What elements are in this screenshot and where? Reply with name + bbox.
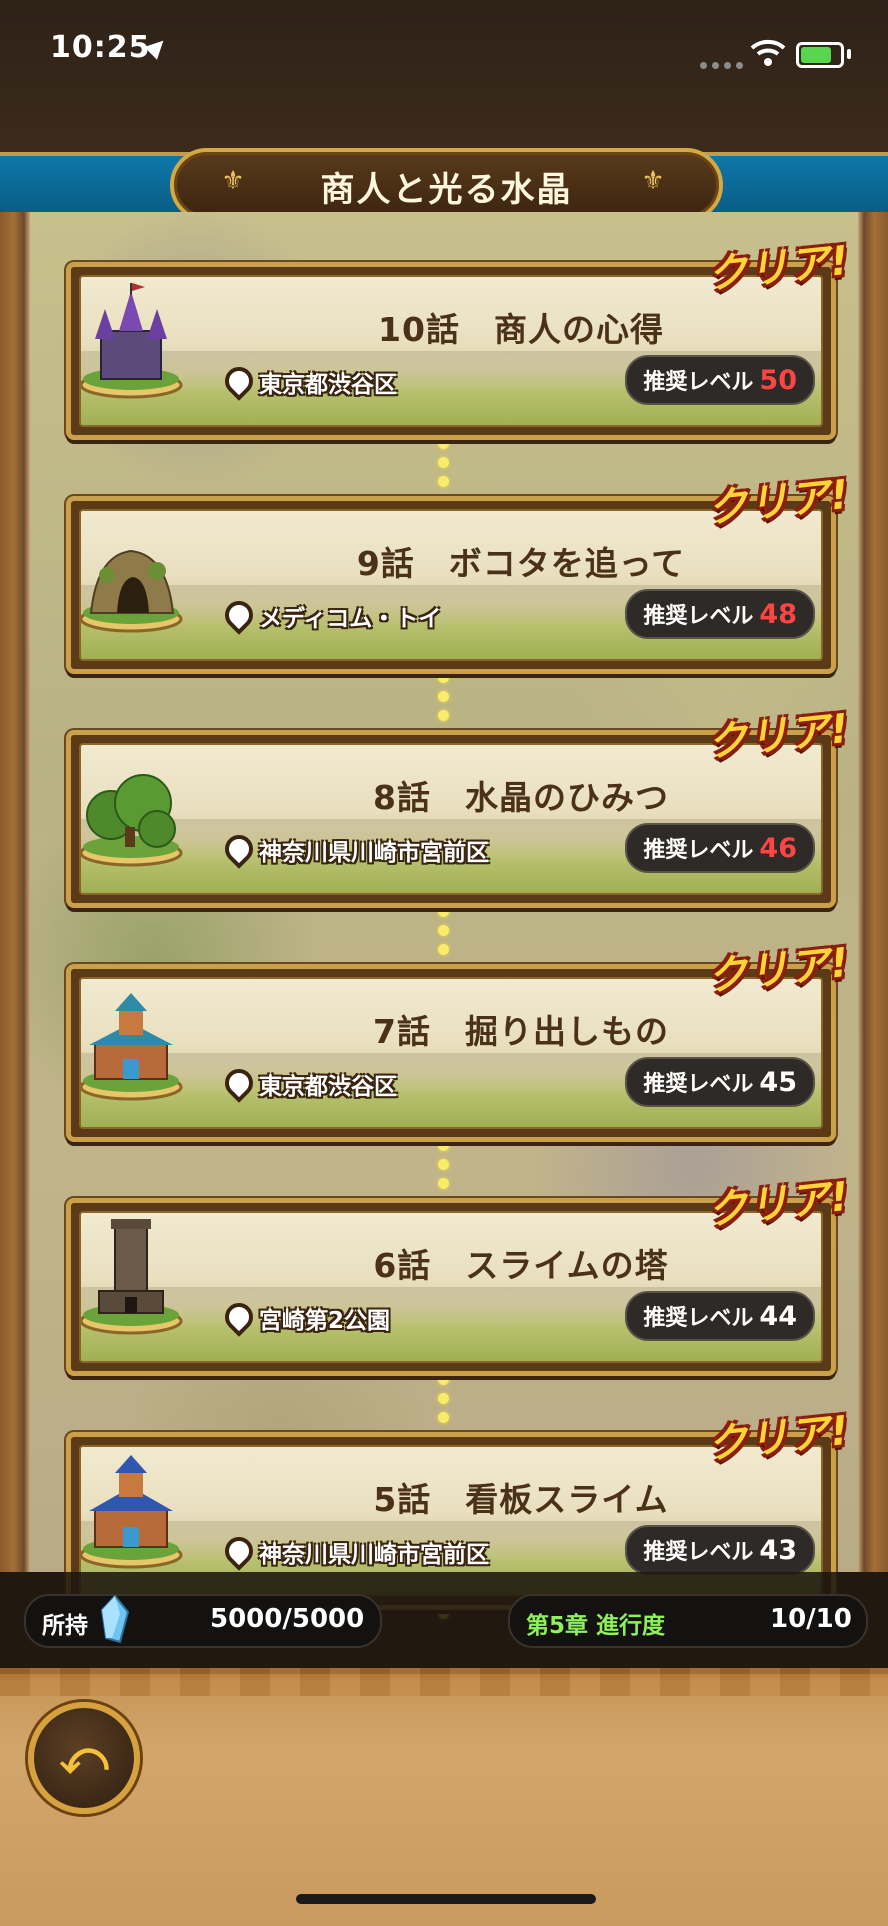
episode-title: 5話 看板スライム xyxy=(373,1480,669,1519)
chapter-progress-label: 第5章 進行度 xyxy=(526,1613,666,1639)
episode-card-6[interactable]: 6話 スライムの塔 宮崎第2公園 推奨レベル 44 クリア! xyxy=(66,1174,851,1376)
recommended-level-badge: 推奨レベル 45 xyxy=(625,1057,815,1107)
castle-icon xyxy=(79,283,183,399)
recommended-level-badge: 推奨レベル 48 xyxy=(625,589,815,639)
shop-icon xyxy=(79,1455,183,1569)
footer-panel xyxy=(0,1668,888,1926)
level-label: 推奨レベル xyxy=(643,838,754,863)
level-label: 推奨レベル xyxy=(643,1306,754,1331)
episode-card-9[interactable]: 9話 ボコタを追って メディコム・トイ 推奨レベル 48 クリア! xyxy=(66,472,851,674)
crystal-icon xyxy=(100,1594,130,1644)
status-bar: 10:25 xyxy=(0,0,888,150)
recommended-level-badge: 推奨レベル 44 xyxy=(625,1291,815,1341)
cave-icon xyxy=(79,549,183,633)
fleur-ornament-icon: ⚜ xyxy=(641,166,665,196)
level-value: 43 xyxy=(759,1534,797,1566)
path-connector xyxy=(438,906,450,963)
mansion-icon xyxy=(79,993,183,1101)
home-indicator[interactable] xyxy=(296,1894,596,1904)
episode-location: 神奈川県川崎市宮前区 xyxy=(259,1542,489,1568)
recommended-level-badge: 推奨レベル 43 xyxy=(625,1525,815,1575)
path-connector xyxy=(438,1374,450,1431)
episode-location: 宮崎第2公園 xyxy=(259,1308,391,1334)
recommended-level-badge: 推奨レベル 46 xyxy=(625,823,815,873)
battery-icon xyxy=(796,42,844,68)
episode-title: 8話 水晶のひみつ xyxy=(373,778,669,817)
level-label: 推奨レベル xyxy=(643,604,754,629)
episode-location: 神奈川県川崎市宮前区 xyxy=(259,840,489,866)
episode-location: メディコム・トイ xyxy=(259,606,442,632)
path-connector xyxy=(438,1140,450,1197)
level-value: 50 xyxy=(759,364,797,396)
back-button[interactable]: ⤺ xyxy=(28,1702,140,1814)
forest-icon xyxy=(79,774,183,867)
chapter-progress-value: 10/10 xyxy=(770,1604,852,1634)
level-label: 推奨レベル xyxy=(643,1540,754,1565)
path-connector xyxy=(438,438,450,495)
tower-icon xyxy=(79,1219,183,1335)
episode-location: 東京都渋谷区 xyxy=(259,1074,397,1100)
recommended-level-badge: 推奨レベル 50 xyxy=(625,355,815,405)
level-value: 46 xyxy=(759,832,797,864)
battery-cap xyxy=(847,49,851,59)
level-label: 推奨レベル xyxy=(643,370,754,395)
level-value: 45 xyxy=(759,1066,797,1098)
signal-icon xyxy=(700,54,748,73)
episode-card-10[interactable]: 10話 商人の心得 東京都渋谷区 推奨レベル 50 クリア! xyxy=(66,238,851,440)
owned-value: 5000/5000 xyxy=(210,1604,365,1634)
status-time: 10:25 xyxy=(50,30,151,65)
wifi-icon xyxy=(750,39,786,66)
episode-title: 9話 ボコタを追って xyxy=(356,544,686,583)
return-arrow-icon: ⤺ xyxy=(59,1730,109,1784)
level-value: 44 xyxy=(759,1300,797,1332)
episode-title: 7話 掘り出しもの xyxy=(373,1012,669,1051)
episode-location: 東京都渋谷区 xyxy=(259,372,397,398)
footer-ornament xyxy=(0,1668,888,1696)
path-connector xyxy=(438,672,450,729)
episode-card-8[interactable]: 8話 水晶のひみつ 神奈川県川崎市宮前区 推奨レベル 46 クリア! xyxy=(66,706,851,908)
episode-title: 10話 商人の心得 xyxy=(378,310,664,349)
episode-card-7[interactable]: 7話 掘り出しもの 東京都渋谷区 推奨レベル 45 クリア! xyxy=(66,940,851,1142)
level-label: 推奨レベル xyxy=(643,1072,754,1097)
fleur-ornament-icon: ⚜ xyxy=(221,166,245,196)
owned-label: 所持 xyxy=(42,1613,88,1639)
episode-title: 6話 スライムの塔 xyxy=(373,1246,669,1285)
level-value: 48 xyxy=(759,598,797,630)
